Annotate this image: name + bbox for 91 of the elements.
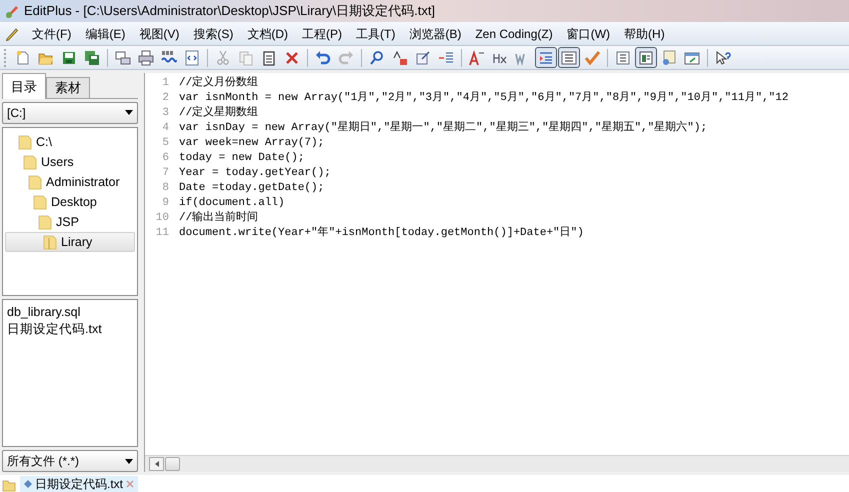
menu-item[interactable]: 工程(P) [296, 24, 348, 44]
search-icon [369, 50, 385, 66]
folder-icon [23, 154, 37, 170]
drive-value: [C:] [7, 104, 26, 122]
folder-item[interactable]: Lirary [5, 232, 135, 252]
copy-icon [238, 50, 254, 66]
ruler-button[interactable] [558, 47, 580, 68]
menu-item[interactable]: 搜索(S) [187, 24, 240, 44]
layout-icon [638, 50, 654, 66]
redo-icon [338, 50, 354, 66]
line-number: 7 [161, 166, 169, 182]
goto-icon [415, 50, 431, 66]
window-icon [684, 50, 700, 66]
code-line: var week=new Array(7); [179, 136, 324, 152]
folder-item[interactable]: JSP [5, 212, 135, 232]
menu-item[interactable]: 视图(V) [133, 24, 186, 44]
folder-icon [43, 234, 57, 250]
spell-check-icon [161, 50, 177, 66]
code-line: var isnDay = new Array("星期日","星期一","星期二","星期三","星期四","星期五","星期六"); [179, 120, 708, 136]
menu-item[interactable]: 文档(D) [241, 24, 294, 44]
folder-item[interactable]: Users [5, 152, 135, 172]
diamond-icon [24, 480, 32, 488]
window-title: EditPlus - [C:\Users\Administrator\Desktop\JSP\Lirary\日期设定代码.txt] [24, 2, 436, 20]
line-number: 3 [161, 106, 169, 122]
folder-icon [38, 214, 52, 230]
panel-tab[interactable]: 素材 [46, 77, 90, 98]
drive-dropdown[interactable]: [C:] [2, 102, 138, 124]
check-icon [584, 50, 600, 66]
indent-icon [538, 50, 554, 66]
new-file-icon [15, 50, 31, 66]
print-icon [138, 50, 154, 66]
font-size-icon [469, 50, 485, 66]
cut-icon [215, 50, 231, 66]
folder-icon [18, 134, 32, 150]
help-pointer-icon [715, 50, 731, 66]
undo-icon [315, 50, 331, 66]
menu-item[interactable]: 编辑(E) [79, 24, 132, 44]
line-number: 2 [161, 91, 169, 106]
menu-item[interactable]: 帮助(H) [618, 24, 671, 44]
code-line: //定义月份数组 [179, 75, 258, 92]
folder-icon [33, 194, 47, 210]
menu-item[interactable]: Zen Coding(Z) [469, 24, 559, 44]
filter-value: 所有文件 (*.*) [7, 453, 79, 470]
line-number: 6 [161, 151, 169, 166]
line-numbers-icon [438, 50, 454, 66]
code-line: document.write(Year+"年"+isnMonth[today.getMonth()]+Date+"日") [179, 225, 584, 242]
code-line: var isnMonth = new Array("1月","2月","3月","4月","5月","6月","7月","8月","9月","10月","11月","12 [179, 90, 788, 106]
pencil-icon [4, 26, 20, 42]
folder-item[interactable]: Desktop [5, 192, 135, 212]
line-number: 5 [161, 136, 169, 152]
layout-button[interactable] [635, 47, 657, 68]
line-number: 1 [161, 76, 169, 92]
scroll-thumb[interactable] [165, 457, 180, 471]
replace-icon [392, 50, 408, 66]
scroll-left-icon[interactable] [149, 457, 164, 471]
menu-item[interactable]: 窗口(W) [560, 24, 616, 44]
code-line: if(document.all) [179, 196, 285, 211]
file-item[interactable]: db_library.sql [7, 303, 133, 320]
filter-dropdown[interactable]: 所有文件 (*.*) [2, 450, 138, 472]
line-number: 10 [154, 211, 169, 226]
dropdown-arrow-icon [125, 110, 133, 116]
dropdown-arrow-icon [125, 458, 133, 464]
line-number: 9 [161, 196, 169, 212]
print-preview-icon [115, 50, 131, 66]
code-line: //输出当前时间 [179, 210, 258, 226]
folder-item[interactable]: Administrator [5, 172, 135, 192]
horizontal-scrollbar[interactable] [145, 455, 849, 472]
save-icon [61, 50, 77, 66]
document-tab[interactable]: 日期设定代码.txt [20, 476, 138, 492]
indent-button[interactable] [535, 47, 557, 68]
menu-item[interactable]: 文件(F) [26, 24, 78, 44]
folder-icon [28, 174, 42, 190]
browser-icon [184, 50, 200, 66]
code-line: Year = today.getYear(); [179, 166, 331, 182]
line-number: 11 [154, 226, 169, 242]
code-line: Date =today.getDate(); [179, 181, 324, 196]
code-line: today = new Date(); [179, 151, 304, 166]
line-number: 4 [161, 121, 169, 136]
save-all-icon [84, 50, 100, 66]
panel-tab[interactable]: 目录 [2, 73, 46, 99]
menu-item[interactable]: 浏览器(B) [403, 24, 468, 44]
menu-item[interactable]: 工具(T) [350, 24, 402, 44]
folder-item[interactable]: C:\ [5, 132, 135, 152]
app-icon [4, 3, 20, 19]
list-icon [615, 50, 631, 66]
code-line: //定义星期数组 [179, 105, 258, 122]
line-number: 8 [161, 181, 169, 196]
file-item[interactable]: 日期设定代码.txt [7, 320, 133, 338]
paste-icon [261, 50, 277, 66]
delete-icon [284, 50, 300, 66]
folder-icon [2, 478, 16, 492]
